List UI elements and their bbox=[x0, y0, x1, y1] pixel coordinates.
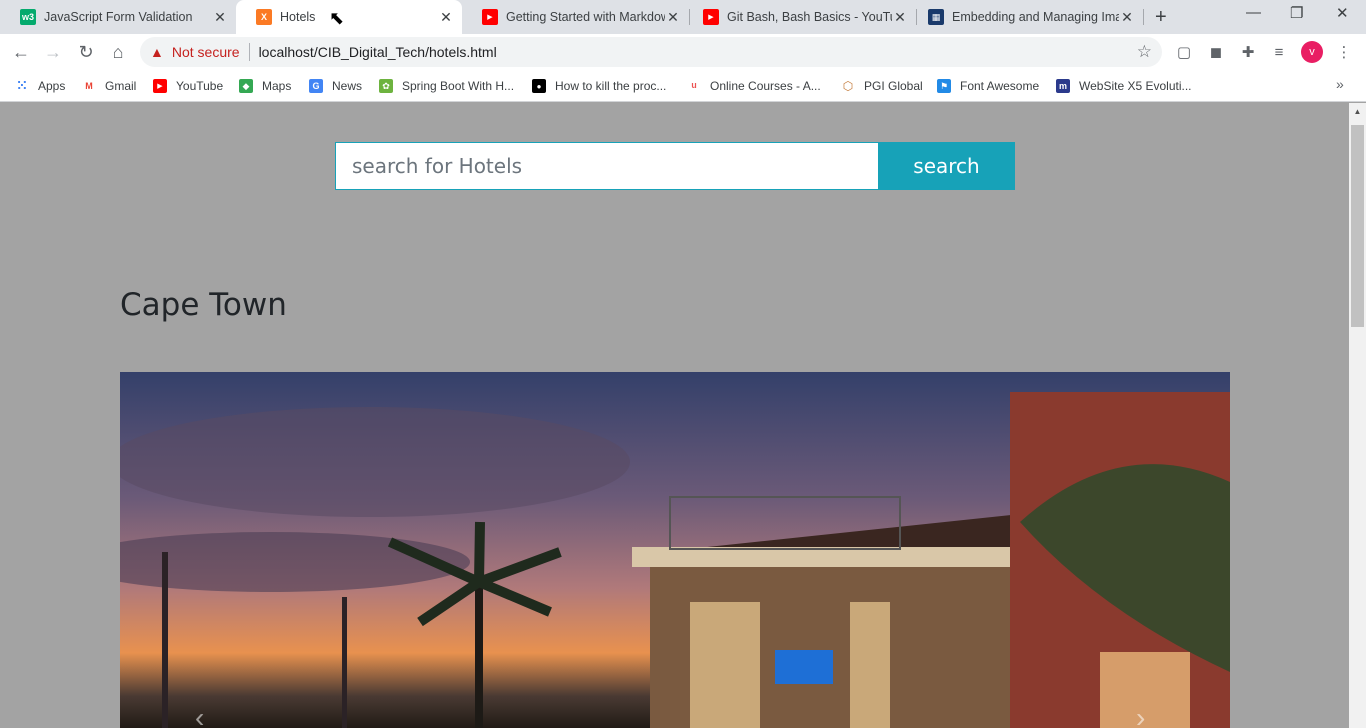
bookmark-maps[interactable]: ◆ Maps bbox=[239, 77, 291, 95]
bookmark-spring-boot[interactable]: ✿ Spring Boot With H... bbox=[379, 77, 514, 95]
page-scrollbar[interactable]: ▲ bbox=[1349, 103, 1366, 728]
spring-icon: ✿ bbox=[379, 79, 393, 93]
tab-title: Getting Started with Markdown bbox=[506, 10, 665, 24]
bookmark-news[interactable]: G News bbox=[309, 77, 362, 95]
tab-title: Embedding and Managing Ima bbox=[952, 10, 1119, 24]
youtube-icon: ▶ bbox=[482, 9, 498, 25]
pgi-icon: ⬡ bbox=[842, 79, 854, 93]
forward-icon[interactable]: → bbox=[42, 41, 64, 63]
mouse-cursor-icon: ⬉ bbox=[329, 8, 345, 28]
address-bar[interactable]: ▲ Not secure localhost/CIB_Digital_Tech/… bbox=[140, 37, 1162, 67]
tab-strip: w3 JavaScript Form Validation ✕ X Hotels… bbox=[0, 0, 1366, 34]
close-tab-icon[interactable]: ✕ bbox=[212, 9, 228, 26]
tab-embedding-managing-images[interactable]: ▦ Embedding and Managing Ima ✕ bbox=[916, 0, 1143, 34]
bookmark-website-x5[interactable]: m WebSite X5 Evoluti... bbox=[1056, 77, 1192, 95]
tab-title: Git Bash, Bash Basics - YouTube bbox=[727, 10, 892, 24]
extension-cube-icon[interactable]: ◼ bbox=[1207, 43, 1225, 61]
hotel-carousel-image: ‹ › bbox=[120, 372, 1230, 728]
back-icon[interactable]: ← bbox=[10, 41, 32, 63]
bookmark-medium[interactable]: ● How to kill the proc... bbox=[532, 77, 666, 95]
bookmark-youtube[interactable]: ▶ YouTube bbox=[153, 77, 223, 95]
close-tab-icon[interactable]: ✕ bbox=[1119, 9, 1135, 26]
udemy-icon: ᵘ bbox=[691, 78, 697, 94]
tab-title: JavaScript Form Validation bbox=[44, 10, 193, 24]
home-icon[interactable]: ⌂ bbox=[107, 41, 129, 63]
extension-reader-icon[interactable]: ▢ bbox=[1175, 43, 1193, 61]
bookmark-apps[interactable]: ⁙ Apps bbox=[15, 77, 66, 95]
bookmark-udemy[interactable]: ᵘ Online Courses - A... bbox=[687, 77, 821, 95]
scroll-thumb[interactable] bbox=[1351, 125, 1364, 327]
minimize-icon[interactable]: — bbox=[1246, 4, 1261, 21]
close-tab-icon[interactable]: ✕ bbox=[438, 9, 454, 26]
bookmark-label: PGI Global bbox=[864, 79, 923, 93]
apps-grid-icon: ⁙ bbox=[16, 78, 28, 93]
bookmark-label: Maps bbox=[262, 79, 292, 93]
url-text[interactable]: localhost/CIB_Digital_Tech/hotels.html bbox=[259, 44, 497, 60]
tab-title: Hotels bbox=[280, 10, 316, 24]
page-viewport: search for Hotels search Cape Town ‹ › bbox=[0, 103, 1349, 728]
site-icon: ▦ bbox=[928, 9, 944, 25]
news-icon: G bbox=[309, 79, 323, 93]
bookmark-gmail[interactable]: M Gmail bbox=[82, 77, 136, 95]
warning-icon[interactable]: ▲ bbox=[150, 44, 164, 60]
new-tab-icon[interactable]: + bbox=[1155, 6, 1167, 29]
medium-icon: ● bbox=[532, 79, 546, 93]
search-button[interactable]: search bbox=[878, 142, 1015, 190]
omnibox-divider bbox=[248, 43, 250, 61]
close-window-icon[interactable]: ✕ bbox=[1336, 4, 1349, 22]
scroll-up-arrow-icon[interactable]: ▲ bbox=[1349, 103, 1366, 120]
tab-git-bash-basics[interactable]: ▶ Git Bash, Bash Basics - YouTube ✕ bbox=[689, 0, 916, 34]
w3schools-icon: w3 bbox=[20, 9, 36, 25]
carousel-prev-icon[interactable]: ‹ bbox=[195, 702, 204, 728]
xampp-icon: X bbox=[256, 9, 272, 25]
websitex5-icon: m bbox=[1056, 79, 1070, 93]
bookmark-label: WebSite X5 Evoluti... bbox=[1079, 79, 1192, 93]
restore-icon[interactable]: ❐ bbox=[1290, 4, 1303, 22]
hotel-search-input[interactable]: search for Hotels bbox=[335, 142, 879, 190]
bookmark-label: Gmail bbox=[105, 79, 137, 93]
close-tab-icon[interactable]: ✕ bbox=[665, 9, 681, 26]
close-tab-icon[interactable]: ✕ bbox=[892, 9, 908, 26]
bookmark-font-awesome[interactable]: ⚑ Font Awesome bbox=[937, 77, 1039, 95]
fontawesome-icon: ⚑ bbox=[937, 79, 951, 93]
extensions-puzzle-icon[interactable]: ✚ bbox=[1239, 43, 1257, 61]
bookmark-pgi-global[interactable]: ⬡ PGI Global bbox=[841, 77, 923, 95]
tab-javascript-form-validation[interactable]: w3 JavaScript Form Validation ✕ bbox=[0, 0, 236, 34]
profile-avatar[interactable]: v bbox=[1301, 41, 1323, 63]
carousel-next-icon[interactable]: › bbox=[1136, 702, 1145, 728]
menu-kebab-icon[interactable]: ⋮ bbox=[1335, 43, 1353, 61]
city-heading: Cape Town bbox=[120, 287, 287, 323]
bookmark-star-icon[interactable]: ☆ bbox=[1137, 42, 1152, 62]
youtube-icon: ▶ bbox=[153, 79, 167, 93]
tab-getting-started-markdown[interactable]: ▶ Getting Started with Markdown ✕ bbox=[462, 0, 689, 34]
maps-icon: ◆ bbox=[239, 79, 253, 93]
bookmark-label: Online Courses - A... bbox=[710, 79, 821, 93]
bookmark-label: Font Awesome bbox=[960, 79, 1040, 93]
bookmark-label: News bbox=[332, 79, 363, 93]
bookmark-label: Spring Boot With H... bbox=[402, 79, 515, 93]
hotel-photo-illustration bbox=[120, 372, 1230, 728]
youtube-icon: ▶ bbox=[703, 9, 719, 25]
tab-hotels[interactable]: X Hotels ✕ bbox=[236, 0, 462, 34]
gmail-icon: M bbox=[85, 81, 93, 91]
security-label[interactable]: Not secure bbox=[172, 44, 240, 60]
reload-icon[interactable]: ↻ bbox=[75, 41, 97, 63]
bookmark-label: YouTube bbox=[176, 79, 224, 93]
bookmark-label: Apps bbox=[38, 79, 66, 93]
bookmarks-bar: ⁙ Apps M Gmail ▶ YouTube ◆ Maps G News ✿… bbox=[0, 70, 1366, 102]
tab-divider bbox=[1143, 9, 1144, 25]
more-bookmarks-icon[interactable]: » bbox=[1336, 76, 1344, 92]
media-queue-icon[interactable]: ≡ bbox=[1270, 43, 1288, 61]
browser-toolbar: ← → ↻ ⌂ ▲ Not secure localhost/CIB_Digit… bbox=[0, 34, 1366, 70]
bookmark-label: How to kill the proc... bbox=[555, 79, 667, 93]
